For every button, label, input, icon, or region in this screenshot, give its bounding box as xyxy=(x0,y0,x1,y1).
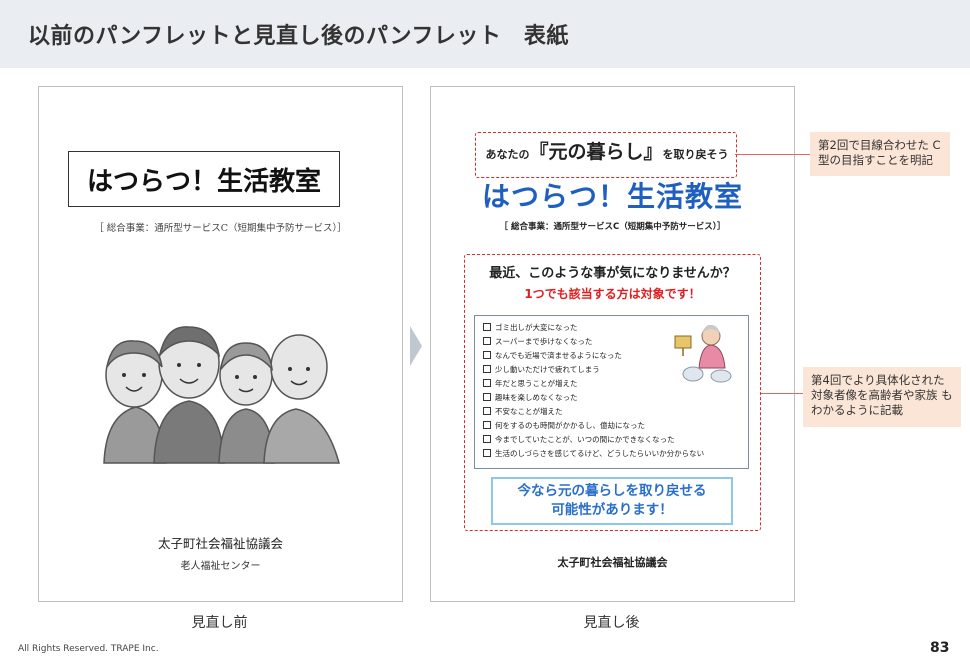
pamphlet-after: あなたの『元の暮らし』を取り戻そう はつらつ！生活教室 ［ 総合事業：通所型サー… xyxy=(430,86,795,602)
tagline: あなたの『元の暮らし』を取り戻そう xyxy=(477,137,737,164)
target-line: 1つでも該当する方は対象です！ xyxy=(524,287,701,301)
note2-connector xyxy=(761,393,803,394)
list-item: なんでも近場で済ませるようになった xyxy=(483,350,622,361)
list-item: スーパーまで歩けなくなった xyxy=(483,336,592,347)
list-item: ゴミ出しが大変になった xyxy=(483,322,578,333)
old-organization: 太子町社会福祉協議会 xyxy=(157,536,283,551)
question-text: 最近、このような事が気になりませんか？ xyxy=(489,266,736,281)
old-title: はつらつ！生活教室 xyxy=(68,151,340,207)
list-item: 生活のしづらさを感じてるけど、どうしたらいいか分からない xyxy=(483,448,704,459)
copyright: All Rights Reserved. TRAPE Inc. xyxy=(18,644,159,654)
list-item: 少し動いただけで疲れてしまう xyxy=(483,364,600,375)
appeal-box: 今なら元の暮らしを取り戻せる 可能性があります！ xyxy=(491,477,733,525)
note-1: 第2回で目線合わせた C型の目指すことを明記 xyxy=(810,132,950,176)
tagline-main: 『元の暮らし』 xyxy=(529,141,663,163)
new-title: はつらつ！生活教室 xyxy=(481,180,743,213)
tagline-post: を取り戻そう xyxy=(662,148,729,161)
note-2: 第4回でより具体化された 対象者像を高齢者や家族 もわかるように記載 xyxy=(803,367,961,427)
new-organization: 太子町社会福祉協議会 xyxy=(557,556,668,569)
list-item: 何をするのも時間がかかるし、億劫になった xyxy=(483,420,645,431)
appeal-line-2: 可能性があります！ xyxy=(551,502,673,518)
elderly-group-illustration xyxy=(103,326,340,464)
new-subtitle: ［ 総合事業：通所型サービスC（短期集中予防サービス）］ xyxy=(499,222,726,232)
arrow-right-icon xyxy=(410,326,422,366)
appeal-line-1: 今なら元の暮らしを取り戻せる xyxy=(517,483,707,499)
note1-connector xyxy=(735,154,810,155)
pamphlet-before: はつらつ！生活教室 ［ 総合事業：通所型サービスC（短期集中予防サービス）］ 太… xyxy=(38,86,403,602)
page-number: 83 xyxy=(930,640,950,656)
caption-before: 見直し前 xyxy=(191,615,248,631)
list-item: 年だと思うことが増えた xyxy=(483,378,578,389)
list-item: 趣味を楽しめなくなった xyxy=(483,392,578,403)
list-item: 今までしていたことが、いつの間にかできなくなった xyxy=(483,434,675,445)
list-item: 不安なことが増えた xyxy=(483,406,563,417)
slide-title: 以前のパンフレットと見直し後のパンフレット 表紙 xyxy=(28,24,569,49)
tagline-pre: あなたの xyxy=(485,148,530,161)
slide-header: 以前のパンフレットと見直し後のパンフレット 表紙 xyxy=(0,0,970,68)
caption-after: 見直し後 xyxy=(583,615,640,631)
elderly-woman-illustration xyxy=(674,324,732,383)
old-subtitle: ［ 総合事業：通所型サービスC（短期集中予防サービス）］ xyxy=(94,223,347,234)
old-organization-sub: 老人福祉センター xyxy=(180,561,261,572)
checklist: ゴミ出しが大変になった スーパーまで歩けなくなった なんでも近場で済ませるように… xyxy=(474,315,749,469)
